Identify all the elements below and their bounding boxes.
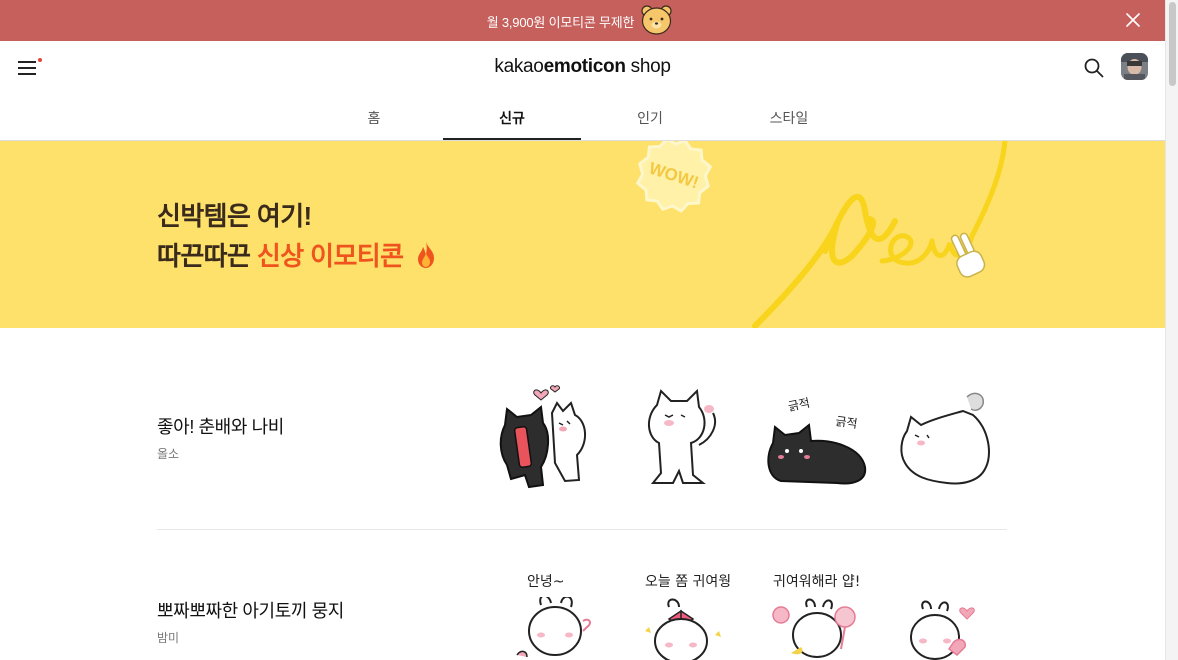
new-badge-illustration: WOW! [635,141,1008,328]
banner-subheadline: 따끈따끈 신상 이모티콘 [157,236,438,273]
logo-bold: emoticon [543,56,626,77]
new-emoticons-banner[interactable]: 신박템은 여기! 따끈따끈 신상 이모티콘 WOW! [0,141,1165,328]
svg-text:긁적: 긁적 [835,414,859,431]
black-cat-crawl-icon[interactable]: 긁적 긁적 [761,385,871,495]
rabbit-heart-icon[interactable] [893,569,1003,660]
product-author: 올소 [157,447,180,461]
list-divider [157,529,1007,530]
close-icon[interactable] [1123,10,1143,30]
product-item[interactable]: 좋아! 춘배와 나비 올소 긁적 긁적 [157,385,1007,505]
scrollbar-thumb[interactable] [1169,2,1176,86]
site-header: kakaoemoticon shop [0,41,1165,95]
product-thumbnails: 안녕~ 오늘 쫌 귀여웡 귀여워해라 얍! [497,569,1007,660]
sticker-caption: 오늘 쫌 귀여웡 [645,574,732,590]
rabbit-lollipop-icon[interactable]: 귀여워해라 얍! [761,569,871,660]
category-tabs: 홈 신규 인기 스타일 [0,95,1165,141]
black-white-cats-hug-icon[interactable] [497,385,607,495]
tab-home[interactable]: 홈 [305,95,443,140]
promo-text[interactable]: 월 3,900원 이모티콘 무제한 [0,12,1165,31]
bear-face-icon [641,5,672,35]
tab-style[interactable]: 스타일 [720,95,858,140]
banner-headline: 신박템은 여기! [157,201,312,231]
product-item[interactable]: 뽀짜뽀짜한 아기토끼 뭉지 밤미 안녕~ 오늘 쫌 귀여웡 귀여워해라 얍! [157,569,1007,660]
rabbit-bow-icon[interactable]: 오늘 쫌 귀여웡 [629,569,739,660]
sticker-caption: 안녕~ [527,574,565,590]
site-logo[interactable]: kakaoemoticon shop [0,56,1165,78]
banner-highlight: 신상 이모티콘 [256,241,404,271]
banner-subheadline-prefix: 따끈따끈 [157,241,257,271]
tab-new[interactable]: 신규 [443,95,581,140]
product-title[interactable]: 좋아! 춘배와 나비 [157,413,284,439]
search-icon[interactable] [1083,57,1105,79]
product-author: 밤미 [157,631,180,645]
logo-suffix: shop [625,56,671,77]
product-thumbnails: 긁적 긁적 [497,385,1007,505]
rabbit-hello-icon[interactable]: 안녕~ [497,569,607,660]
logo-prefix: kakao [494,56,544,77]
fire-icon [418,242,435,268]
page-scrollbar[interactable] [1165,0,1178,660]
product-title[interactable]: 뽀짜뽀짜한 아기토끼 뭉지 [157,597,344,623]
white-cat-lying-icon[interactable] [893,385,1003,495]
sticker-caption: 귀여워해라 얍! [773,574,861,590]
white-cat-giggle-icon[interactable] [629,385,739,495]
tab-popular[interactable]: 인기 [581,95,719,140]
avatar[interactable] [1121,53,1148,80]
svg-text:긁적: 긁적 [787,396,812,414]
promo-bar[interactable]: 월 3,900원 이모티콘 무제한 [0,0,1165,41]
